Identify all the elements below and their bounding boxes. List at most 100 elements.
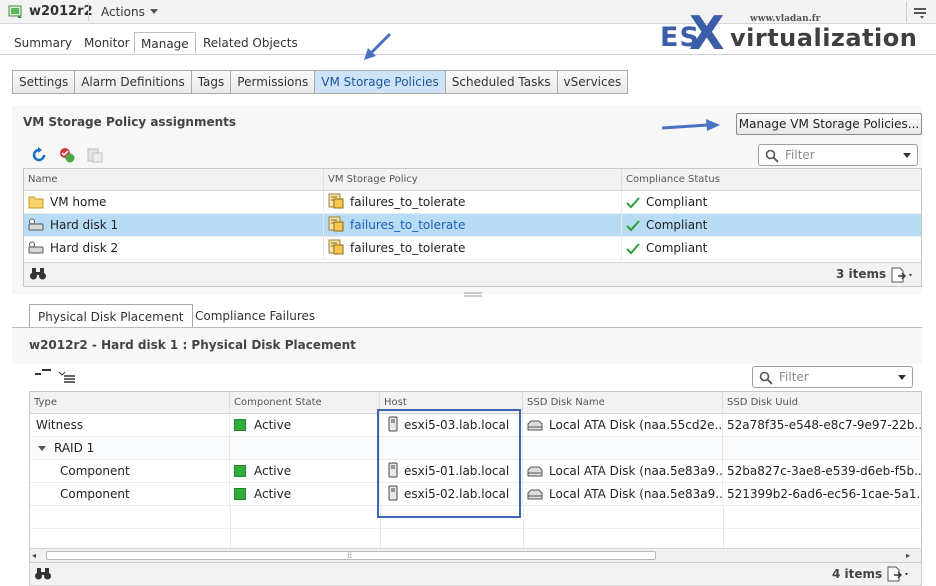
check-icon <box>626 197 640 209</box>
items-count: 3 items <box>836 267 887 281</box>
row-state: Active <box>254 487 292 501</box>
column-divider <box>723 506 724 548</box>
column-divider <box>230 506 231 548</box>
scroll-right-icon[interactable]: ▸ <box>906 551 916 560</box>
row-policy-link[interactable]: failures_to_tolerate <box>350 218 465 232</box>
search-icon <box>759 371 773 385</box>
row-state: Active <box>254 418 292 432</box>
logo-virtualization: virtualization <box>730 24 918 52</box>
row-status: Compliant <box>646 241 708 255</box>
check-icon <box>626 243 640 255</box>
grid-footer: 3 items <box>24 262 921 286</box>
splitter-handle-icon[interactable] <box>464 292 482 298</box>
column-header-ssd-disk-uuid[interactable]: SSD Disk Uuid <box>723 392 921 414</box>
assignments-title: VM Storage Policy assignments <box>23 115 237 129</box>
disk-icon <box>527 420 543 431</box>
column-header-policy[interactable]: VM Storage Policy <box>324 169 622 191</box>
disk-icon <box>527 466 543 477</box>
tab-compliance-failures[interactable]: Compliance Failures <box>187 304 323 328</box>
subtab-tags[interactable]: Tags <box>191 71 232 93</box>
grid-footer: 4 items <box>29 563 922 586</box>
row-policy: failures_to_tolerate <box>350 195 466 209</box>
tab-summary[interactable]: Summary <box>8 32 78 54</box>
column-header-ssd-disk-name[interactable]: SSD Disk Name <box>523 392 723 414</box>
row-name: Hard disk 2 <box>50 241 119 255</box>
binoculars-icon[interactable] <box>29 267 47 281</box>
row-policy: failures_to_tolerate <box>350 241 466 255</box>
export-icon[interactable] <box>890 267 916 283</box>
column-header-type[interactable]: Type <box>30 392 230 414</box>
horizontal-scrollbar[interactable]: ◂ ⁞⁞ ▸ <box>30 548 921 562</box>
tab-physical-disk-placement[interactable]: Physical Disk Placement <box>29 304 193 328</box>
actions-menu[interactable]: Actions <box>101 3 158 21</box>
storage-policy-icon <box>328 193 344 209</box>
subtab-permissions[interactable]: Permissions <box>231 71 316 93</box>
folder-icon <box>28 196 44 209</box>
column-header-name[interactable]: Name <box>24 169 324 191</box>
row-type: Component <box>30 483 230 506</box>
table-row[interactable]: Hard disk 1 failures_to_tolerate Complia… <box>24 214 921 237</box>
table-row[interactable]: Hard disk 2 failures_to_tolerate Complia… <box>24 237 921 260</box>
expand-chevron-icon[interactable] <box>38 446 46 451</box>
storage-policy-icon <box>328 216 344 232</box>
column-header-compliance[interactable]: Compliance Status <box>622 169 921 191</box>
scroll-left-icon[interactable]: ◂ <box>32 551 42 560</box>
row-type: RAID 1 <box>54 441 95 455</box>
grip-icon: ⁞⁞ <box>347 551 353 560</box>
check-compliance-icon[interactable] <box>58 146 76 164</box>
active-status-icon <box>234 419 246 431</box>
filter-placeholder: Filter <box>785 148 815 162</box>
row-type: Witness <box>30 414 230 437</box>
table-row[interactable]: VM home failures_to_tolerate Compliant <box>24 191 921 214</box>
check-icon <box>626 220 640 232</box>
row-uuid: 52ba827c-3ae8-e539-d6eb-f5b... <box>727 464 921 478</box>
row-uuid: 521399b2-6ad6-ec56-1cae-5a1... <box>727 487 921 501</box>
row-status: Compliant <box>646 218 708 232</box>
grid-header: Name VM Storage Policy Compliance Status <box>24 169 921 191</box>
row-type: Component <box>30 460 230 483</box>
tab-monitor[interactable]: Monitor <box>78 32 136 54</box>
tab-related-objects[interactable]: Related Objects <box>197 32 304 54</box>
chevron-down-icon[interactable] <box>898 375 906 380</box>
row-state: Active <box>254 464 292 478</box>
subtab-settings[interactable]: Settings <box>13 71 76 93</box>
vm-title: w2012r2 <box>29 4 93 19</box>
menu-lines-icon <box>914 8 926 19</box>
subtab-vm-storage-policies[interactable]: VM Storage Policies <box>315 71 446 93</box>
column-divider <box>523 506 524 548</box>
vm-icon <box>8 5 22 18</box>
storage-policy-icon <box>328 239 344 255</box>
refresh-icon[interactable] <box>31 147 47 163</box>
actions-label: Actions <box>101 5 145 19</box>
tab-manage[interactable]: Manage <box>134 32 196 54</box>
assignments-filter-input[interactable]: Filter <box>758 144 918 166</box>
title-separator <box>88 3 89 21</box>
row-status: Compliant <box>646 195 708 209</box>
hard-disk-icon <box>28 218 44 231</box>
subtab-alarm-definitions[interactable]: Alarm Definitions <box>75 71 192 93</box>
logo-site: www.vladan.fr <box>750 14 821 24</box>
scrollbar-thumb[interactable]: ⁞⁞ <box>46 551 656 560</box>
chevron-down-icon[interactable] <box>903 153 911 158</box>
subtab-scheduled-tasks[interactable]: Scheduled Tasks <box>445 71 558 93</box>
edit-policy-icon[interactable] <box>86 146 104 164</box>
binoculars-icon[interactable] <box>34 567 52 581</box>
row-name: VM home <box>50 195 107 209</box>
row-ssd: Local ATA Disk (naa.5e83a9... <box>549 487 723 501</box>
items-count: 4 items <box>832 567 883 581</box>
row-ssd: Local ATA Disk (naa.55cd2e... <box>549 418 723 432</box>
row-name: Hard disk 1 <box>50 218 119 232</box>
collapse-all-icon[interactable] <box>34 368 52 380</box>
chevron-down-icon <box>149 9 158 14</box>
active-status-icon <box>234 488 246 500</box>
hard-disk-icon <box>28 241 44 254</box>
assignments-grid: Name VM Storage Policy Compliance Status… <box>23 168 922 287</box>
filter-placeholder: Filter <box>779 370 809 384</box>
placement-filter-input[interactable]: Filter <box>752 366 913 388</box>
column-header-component-state[interactable]: Component State <box>230 392 380 414</box>
subtab-vservices[interactable]: vServices <box>557 71 628 93</box>
options-menu-button[interactable] <box>906 2 932 22</box>
expand-all-icon[interactable] <box>58 370 76 384</box>
manage-storage-policies-button[interactable]: Manage VM Storage Policies... <box>736 113 922 135</box>
export-icon[interactable] <box>886 566 912 582</box>
